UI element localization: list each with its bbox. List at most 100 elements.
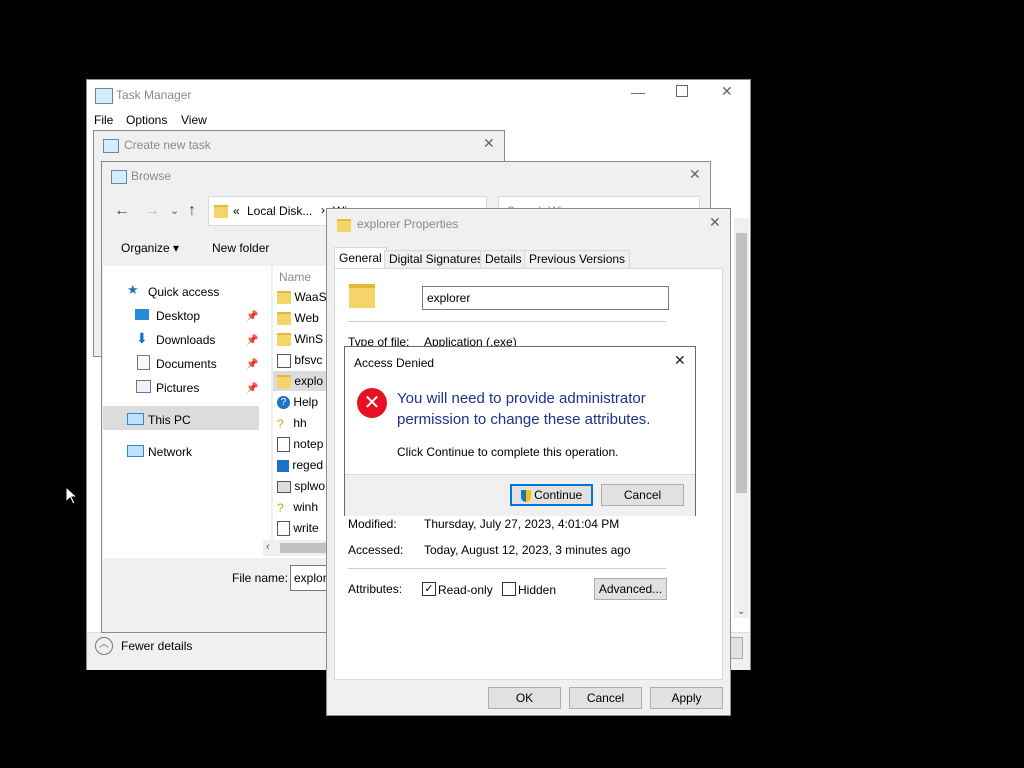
ok-button[interactable]: OK xyxy=(488,687,561,709)
list-item[interactable]: WaaS xyxy=(277,290,327,305)
cancel-button[interactable]: Cancel xyxy=(569,687,642,709)
breadcrumb-separator[interactable]: › xyxy=(321,203,325,217)
printer-icon xyxy=(277,480,291,493)
winhelp-icon: ? xyxy=(277,501,284,516)
list-item[interactable]: bfsvc xyxy=(277,353,322,368)
organize-label: Organize xyxy=(121,241,170,255)
scroll-left-icon[interactable]: ‹ xyxy=(266,541,270,553)
list-item[interactable]: ? Help xyxy=(277,395,319,410)
mouse-cursor-icon xyxy=(65,486,79,505)
pin-icon: 📌 xyxy=(246,359,259,370)
file-name: Web xyxy=(294,311,319,325)
scroll-down-icon[interactable]: ⌄ xyxy=(737,606,745,617)
breadcrumb-local-disk[interactable]: Local Disk... xyxy=(247,204,312,218)
explorer-icon xyxy=(277,375,291,389)
horizontal-scrollbar[interactable]: ‹ xyxy=(263,540,333,556)
nav-network[interactable]: Network xyxy=(148,445,192,459)
minimize-button[interactable]: — xyxy=(631,84,645,100)
file-name: explo xyxy=(294,374,324,388)
documents-icon xyxy=(137,355,150,370)
scrollbar[interactable]: ⌄ xyxy=(734,218,749,618)
back-icon[interactable]: ← xyxy=(114,202,130,220)
file-name: WinS xyxy=(294,332,324,346)
help-icon: ? xyxy=(277,396,290,410)
name-field-value: explorer xyxy=(427,291,471,305)
folder-icon xyxy=(277,312,291,326)
list-item[interactable]: explo xyxy=(277,374,324,389)
tab-details[interactable]: Details xyxy=(480,250,527,268)
accessed-label: Accessed: xyxy=(348,543,404,557)
continue-label: Continue xyxy=(534,488,583,502)
explorer-icon xyxy=(337,219,351,232)
file-name: reged xyxy=(292,458,324,472)
readonly-label[interactable]: Read-only xyxy=(438,583,493,597)
this-pc-icon xyxy=(127,413,144,425)
close-button[interactable]: ✕ xyxy=(483,135,495,152)
nav-pane: ★ Quick access Desktop 📌 ⬇ Downloads 📌 D… xyxy=(103,266,271,558)
task-manager-icon xyxy=(95,88,113,104)
maximize-button[interactable] xyxy=(676,85,688,97)
new-folder-button[interactable]: New folder xyxy=(212,241,269,255)
hidden-label[interactable]: Hidden xyxy=(518,583,556,597)
menu-file[interactable]: File xyxy=(94,113,113,127)
list-item[interactable]: ? winh xyxy=(277,500,318,516)
error-icon: ✕ xyxy=(357,388,387,418)
list-item[interactable]: write xyxy=(277,521,319,537)
hidden-checkbox[interactable] xyxy=(502,582,516,596)
regedit-icon xyxy=(277,459,289,472)
file-name-label: File name: xyxy=(232,571,289,585)
close-button[interactable]: ✕ xyxy=(674,352,686,369)
menu-options[interactable]: Options xyxy=(126,113,167,127)
file-name: splwo xyxy=(294,479,326,493)
list-item[interactable]: Web xyxy=(277,311,319,326)
fewer-details-icon[interactable]: ︿ xyxy=(95,637,113,655)
apply-button[interactable]: Apply xyxy=(650,687,723,709)
close-button[interactable]: ✕ xyxy=(721,83,733,100)
tab-general[interactable]: General xyxy=(334,247,387,268)
close-button[interactable]: ✕ xyxy=(689,166,701,183)
browse-title: Browse xyxy=(131,169,172,183)
nav-pictures[interactable]: Pictures xyxy=(156,381,199,395)
nav-desktop[interactable]: Desktop xyxy=(156,309,200,323)
pin-icon: 📌 xyxy=(246,383,259,394)
advanced-button[interactable]: Advanced... xyxy=(594,578,667,600)
nav-this-pc[interactable]: This PC xyxy=(148,413,191,427)
fewer-details-link[interactable]: Fewer details xyxy=(121,639,192,653)
file-name: bfsvc xyxy=(294,353,323,367)
browse-icon xyxy=(111,170,127,184)
forward-icon[interactable]: → xyxy=(144,202,160,220)
uac-shield-icon xyxy=(520,489,531,502)
up-icon[interactable]: ↑ xyxy=(188,202,196,220)
run-icon xyxy=(103,139,119,153)
list-item[interactable]: reged xyxy=(277,458,323,472)
modified-label: Modified: xyxy=(348,517,397,531)
recent-dropdown-icon[interactable]: ⌄ xyxy=(170,204,179,217)
list-item[interactable]: notep xyxy=(277,437,323,453)
scrollbar-thumb[interactable] xyxy=(280,543,330,553)
close-button[interactable]: ✕ xyxy=(709,214,721,231)
tab-previous-versions[interactable]: Previous Versions xyxy=(524,250,631,268)
name-field[interactable]: explorer xyxy=(422,286,669,310)
nav-quick-access[interactable]: Quick access xyxy=(148,285,219,299)
cancel-button[interactable]: Cancel xyxy=(601,484,684,506)
pictures-icon xyxy=(136,380,151,393)
readonly-checkbox[interactable]: ✓ xyxy=(422,582,436,596)
organize-menu[interactable]: Organize ▾ xyxy=(121,241,179,255)
column-header-name[interactable]: Name xyxy=(279,270,311,284)
hh-icon: ? xyxy=(277,417,284,432)
nav-downloads[interactable]: Downloads xyxy=(156,333,215,347)
network-icon xyxy=(127,445,144,457)
dialog-message: You will need to provide administrator p… xyxy=(397,390,651,428)
continue-button[interactable]: Continue xyxy=(510,484,593,506)
tab-digital-signatures[interactable]: Digital Signatures xyxy=(384,250,489,268)
scrollbar-thumb[interactable] xyxy=(736,233,747,493)
attributes-label: Attributes: xyxy=(348,582,403,596)
list-item[interactable]: ? hh xyxy=(277,416,307,432)
list-item[interactable]: splwo xyxy=(277,479,325,493)
menu-view[interactable]: View xyxy=(181,113,207,127)
nav-documents[interactable]: Documents xyxy=(156,357,217,371)
dialog-title: Access Denied xyxy=(354,356,435,370)
pin-icon: 📌 xyxy=(246,311,259,322)
file-name: Help xyxy=(293,395,319,409)
list-item[interactable]: WinS xyxy=(277,332,324,347)
